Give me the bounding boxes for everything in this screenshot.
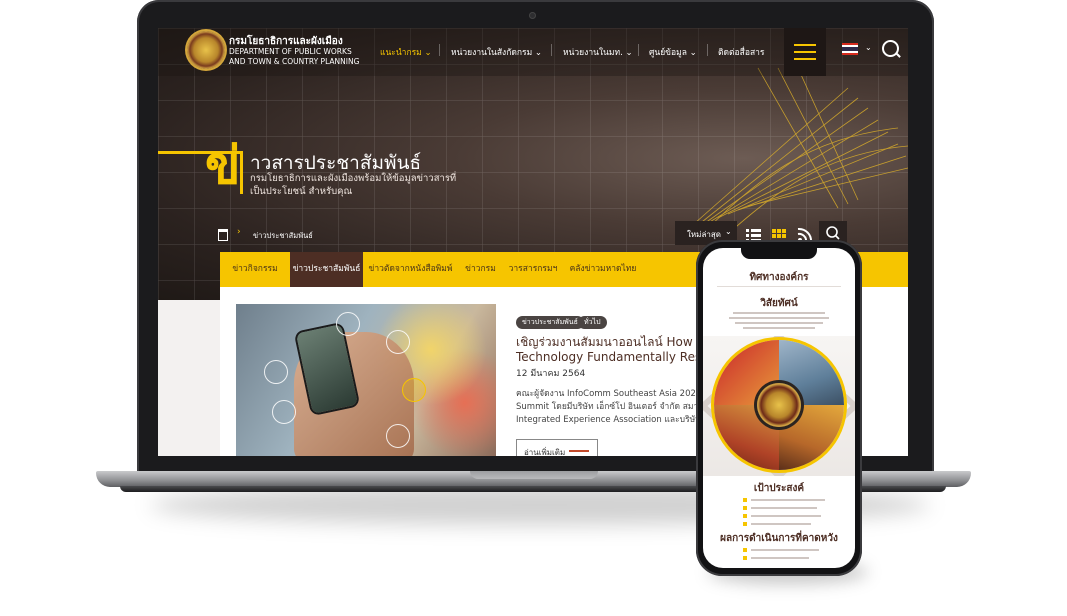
laptop-opening-notch [470, 471, 598, 479]
bullet-icon [743, 506, 747, 510]
tab-activity-news[interactable]: ข่าวกิจกรรม [220, 252, 290, 287]
vision-text-line [733, 312, 825, 314]
nav-item-label: หน่วยงานในมท. [563, 48, 623, 58]
hamburger-menu-button[interactable] [784, 28, 826, 76]
read-more-underline [569, 450, 589, 452]
nav-item-label: แนะนำกรม [380, 48, 422, 58]
mobile-screen: ทิศทางองค์กร วิสัยทัศน์ เป้าประสงค์ ผลกา… [703, 248, 855, 568]
bullet-icon [743, 514, 747, 518]
vision-heading: วิสัยทัศน์ [760, 298, 798, 309]
tech-circle-icon [402, 378, 426, 402]
tech-circle-icon [386, 330, 410, 354]
tech-circle-icon [264, 360, 288, 384]
tech-circle-icon [386, 424, 410, 448]
nav-divider [707, 44, 708, 56]
nav-item-agencies[interactable]: หน่วยงานในสังกัดกรม ⌄ [451, 45, 542, 59]
chevron-down-icon: ⌄ [424, 48, 432, 58]
tech-circle-icon [272, 400, 296, 424]
vision-text-line [743, 327, 815, 329]
home-icon[interactable] [218, 229, 228, 241]
laptop-camera [529, 12, 536, 19]
expected-results-heading: ผลการดำเนินการที่คาดหวัง [720, 533, 838, 544]
hero-title-initial: ข่ [205, 136, 241, 196]
chevron-down-icon[interactable]: ⌄ [865, 43, 872, 52]
category-tag[interactable]: ข่าวประชาสัมพันธ์ [516, 316, 584, 329]
tab-interior-news-archive[interactable]: คลังข่าวมหาดไทย [563, 252, 643, 287]
tab-newspaper-clippings[interactable]: ข่าวตัดจากหนังสือพิมพ์ [363, 252, 458, 287]
goal-text-line [751, 507, 817, 509]
mobile-section-title: ทิศทางองค์กร [749, 272, 809, 283]
goal-text-line [751, 499, 825, 501]
tab-journal[interactable]: วารสารกรมฯ [503, 252, 563, 287]
hamburger-line [794, 44, 816, 46]
nav-item-contact[interactable]: ติดต่อสื่อสาร [718, 45, 764, 59]
news-thumbnail[interactable] [236, 304, 496, 456]
breadcrumb-current: ข่าวประชาสัมพันธ์ [253, 231, 313, 240]
nav-item-data-center[interactable]: ศูนย์ข้อมูล ⌄ [649, 45, 697, 59]
search-icon[interactable] [882, 40, 899, 57]
hamburger-line [794, 58, 816, 60]
news-date: 12 มีนาคม 2564 [516, 369, 586, 379]
sort-label: ใหม่ล่าสุด [687, 230, 721, 239]
read-more-label: อ่านเพิ่มเติม [524, 448, 566, 456]
nav-divider [551, 44, 552, 56]
category-tag[interactable]: ทั่วไป [578, 316, 607, 329]
chevron-right-icon: › [237, 227, 241, 237]
result-text-line [751, 549, 819, 551]
hamburger-line [794, 51, 816, 53]
chevron-down-icon: ⌄ [625, 48, 633, 58]
bullet-icon [743, 498, 747, 502]
result-text-line [751, 557, 809, 559]
department-seal-logo [757, 383, 801, 427]
divider [717, 286, 841, 287]
goal-text-line [751, 523, 811, 525]
page-subtitle: กรมโยธาธิการและผังเมืองพร้อมให้ข้อมูลข่า… [250, 173, 457, 197]
nav-divider [439, 44, 440, 56]
nav-item-label: หน่วยงานในสังกัดกรม [451, 48, 533, 58]
nav-item-ministry-agencies[interactable]: หน่วยงานในมท. ⌄ [563, 45, 633, 59]
bullet-icon [743, 522, 747, 526]
org-name-english: DEPARTMENT OF PUBLIC WORKS AND TOWN & CO… [229, 47, 360, 66]
vision-text-line [735, 322, 823, 324]
thai-flag-icon[interactable] [842, 43, 858, 55]
nav-item-about[interactable]: แนะนำกรม ⌄ [380, 45, 432, 59]
chevron-down-icon: ⌄ [725, 227, 732, 236]
vision-text-line [729, 317, 829, 319]
bullet-icon [743, 556, 747, 560]
goal-text-line [751, 515, 821, 517]
department-seal-logo[interactable] [187, 31, 225, 69]
chevron-down-icon: ⌄ [689, 48, 697, 58]
phone-notch [741, 247, 817, 259]
tab-department-news[interactable]: ข่าวกรม [458, 252, 503, 287]
bullet-icon [743, 548, 747, 552]
tech-circle-icon [336, 312, 360, 336]
tab-pr-news[interactable]: ข่าวประชาสัมพันธ์ [290, 252, 363, 287]
goals-heading: เป้าประสงค์ [753, 483, 805, 494]
chevron-down-icon: ⌄ [534, 48, 543, 58]
nav-item-label: ศูนย์ข้อมูล [649, 48, 687, 58]
nav-divider [638, 44, 639, 56]
read-more-button[interactable]: อ่านเพิ่มเติม [516, 439, 598, 456]
